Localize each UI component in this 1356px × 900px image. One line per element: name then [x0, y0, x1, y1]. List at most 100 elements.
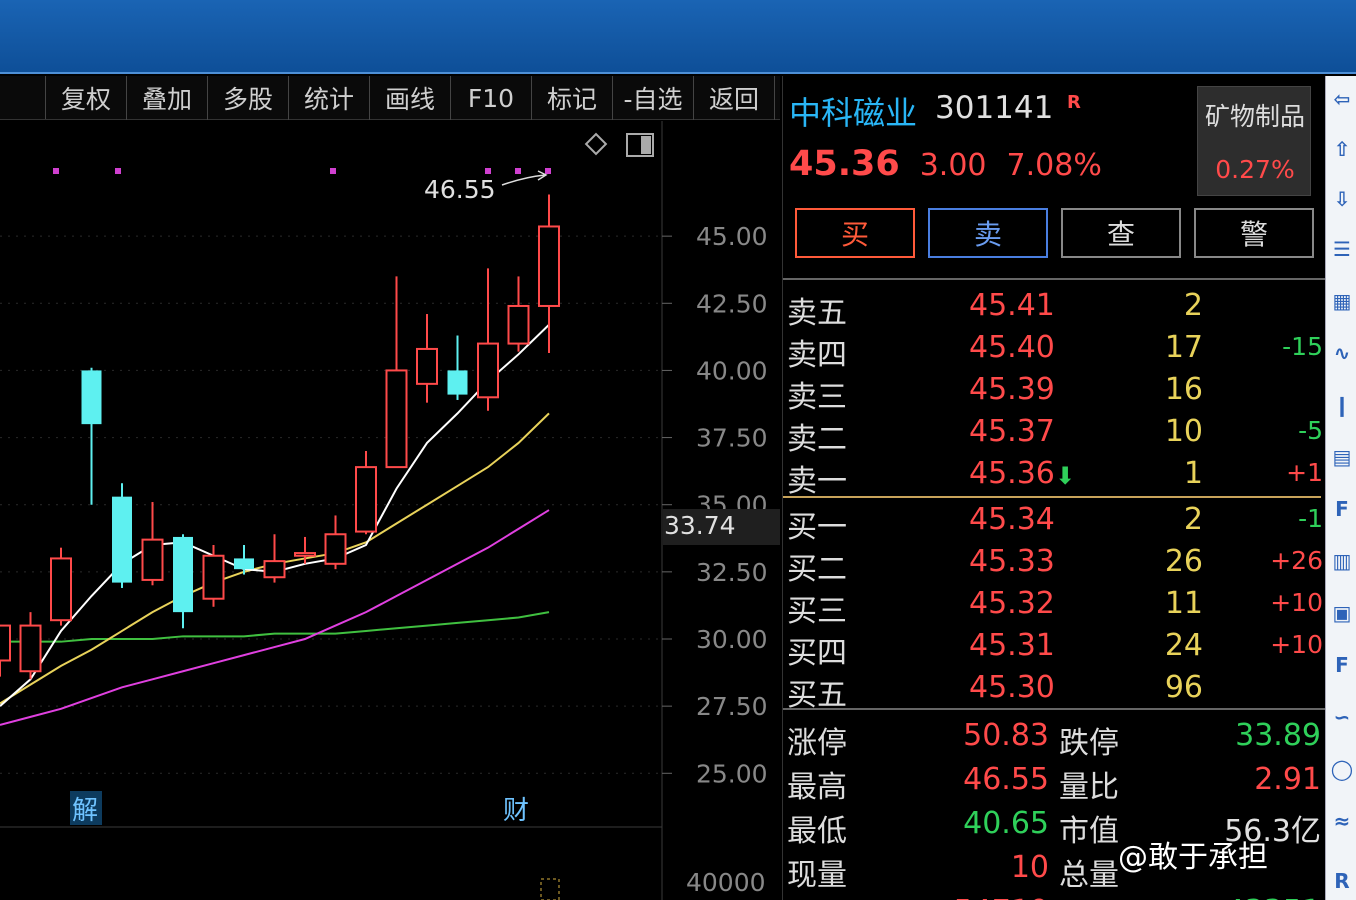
ask-price: 45.39 — [969, 372, 1055, 407]
table-icon[interactable]: ▦ — [1329, 286, 1355, 316]
signal-dot — [330, 168, 336, 174]
sector-change-pct: 0.27% — [1215, 155, 1295, 184]
bid-price: 45.33 — [969, 544, 1055, 579]
stats-divider — [783, 708, 1325, 716]
toolbar-statistics-button[interactable]: 统计 — [289, 76, 370, 120]
bid-row[interactable]: 买四 45.31 24 +10 — [783, 626, 1325, 671]
candle-body — [81, 370, 102, 425]
ask-volume: 2 — [1183, 288, 1203, 323]
signal-dot — [53, 168, 59, 174]
grid-icon[interactable]: ▤ — [1329, 442, 1355, 472]
fund-icon[interactable]: F — [1329, 650, 1355, 680]
buy-button[interactable]: 买 — [795, 208, 915, 258]
toolbar-draw-line-button[interactable]: 画线 — [370, 76, 451, 120]
stat-label: 涨停 — [787, 726, 847, 761]
price-axis-tick: 30.00 — [696, 625, 768, 654]
watermark: @敢于承担 — [1118, 840, 1268, 875]
candle-body — [50, 557, 72, 622]
candle-body — [507, 304, 530, 345]
right-sidebar: ⇦ ⇧ ⇩ ☰ ▦ ∿ ❙ ▤ F ▥ ▣ F ∽ ◯ ≈ R — [1325, 76, 1356, 900]
diamond-icon[interactable] — [584, 132, 608, 156]
line-chart-icon[interactable]: ∿ — [1329, 338, 1355, 368]
candlestick-icon[interactable]: ❙ — [1329, 390, 1355, 420]
curve-icon[interactable]: ∽ — [1329, 702, 1355, 732]
toolbar-restore-rights-button[interactable]: 复权 — [46, 76, 127, 120]
signal-dot — [485, 168, 491, 174]
ask-row[interactable]: 卖二 45.37 10 -5 — [783, 412, 1325, 457]
bid-volume: 24 — [1164, 628, 1203, 663]
price-change-pct: 7.08% — [1006, 148, 1102, 183]
bid-change: -1 — [1298, 504, 1323, 533]
bid-volume: 26 — [1164, 544, 1203, 579]
ask-row[interactable]: 卖四 45.40 17 -15 — [783, 328, 1325, 373]
kline-chart-svg[interactable]: 45.0042.5040.0037.5035.0032.5030.0027.50… — [0, 121, 780, 900]
alert-button[interactable]: 警 — [1194, 208, 1314, 258]
toolbar-overlay-button[interactable]: 叠加 — [127, 76, 208, 120]
document-icon[interactable]: ▥ — [1329, 546, 1355, 576]
ask-row[interactable]: 卖一 45.36 ⬇ 1 +1 — [783, 454, 1325, 499]
ask-label: 卖五 — [787, 296, 847, 331]
bid-label: 买三 — [787, 594, 847, 629]
ask-label: 卖二 — [787, 422, 847, 457]
f10-icon[interactable]: F — [1329, 494, 1355, 524]
bid-row[interactable]: 买一 45.34 2 -1 — [783, 500, 1325, 545]
ask-row[interactable]: 卖五 45.41 2 — [783, 286, 1325, 331]
ask-label: 卖一 — [787, 464, 847, 499]
bid-volume: 2 — [1183, 502, 1203, 537]
signal-dot — [545, 168, 551, 174]
down-arrow-icon[interactable]: ⇩ — [1329, 184, 1355, 214]
event-marker-unlock[interactable]: 解 — [72, 796, 98, 826]
stat-value: 50.83 — [963, 718, 1049, 753]
candle-body — [202, 554, 225, 600]
query-button[interactable]: 查 — [1061, 208, 1181, 258]
event-marker-finance[interactable]: 财 — [503, 796, 529, 826]
toolbar-mark-button[interactable]: 标记 — [532, 76, 613, 120]
chart-toolbar: 复权 叠加 多股 统计 画线 F10 标记 -自选 返回 — [0, 76, 780, 120]
ma60-line — [0, 611, 550, 643]
circle-icon[interactable]: ◯ — [1329, 754, 1355, 784]
stock-name[interactable]: 中科磁业 — [789, 88, 917, 134]
volume-axis-tick: 40000 — [686, 868, 766, 897]
bid-price: 45.34 — [969, 502, 1055, 537]
ask-price: 45.40 — [969, 330, 1055, 365]
high-price-label: 46.55 — [424, 175, 496, 204]
candle-body — [538, 225, 560, 307]
stat-label: 内盘 — [1059, 894, 1119, 900]
list-icon[interactable]: ☰ — [1329, 234, 1355, 264]
rs-icon[interactable]: R — [1329, 866, 1355, 896]
bid-price: 45.30 — [969, 670, 1055, 705]
candle-body — [234, 558, 254, 570]
candle-body — [447, 370, 468, 395]
toolbar-multi-stock-button[interactable]: 多股 — [208, 76, 289, 120]
stats-row: 最高 46.55 量比 2.91 — [783, 760, 1325, 805]
bid-row[interactable]: 买二 45.33 26 +26 — [783, 542, 1325, 587]
ask-row[interactable]: 卖三 45.39 16 — [783, 370, 1325, 415]
kline-chart[interactable]: 45.00 42.50 40.00 37.50 35.00 32.50 30.00 27.50… — [0, 121, 780, 900]
bid-row[interactable]: 买三 45.32 11 +10 — [783, 584, 1325, 629]
wave-icon[interactable]: ≈ — [1329, 806, 1355, 836]
bid-change: +10 — [1270, 588, 1323, 617]
ask-volume: 1 — [1183, 456, 1203, 491]
sell-button[interactable]: 卖 — [928, 208, 1048, 258]
ask-price: 45.37 — [969, 414, 1055, 449]
toolbar-back-button[interactable]: 返回 — [694, 76, 775, 120]
candle-body — [416, 347, 438, 385]
stat-label: 量比 — [1059, 770, 1119, 805]
ask-change: -15 — [1282, 332, 1323, 361]
stat-label: 最低 — [787, 814, 847, 849]
toolbar-f10-button[interactable]: F10 — [451, 76, 532, 120]
back-arrow-icon[interactable]: ⇦ — [1329, 84, 1355, 114]
sector-box[interactable]: 矿物制品 0.27% — [1197, 86, 1311, 196]
stat-value: 43351 — [1226, 894, 1321, 900]
ask-label: 卖三 — [787, 380, 847, 415]
price-axis-tick: 25.00 — [696, 759, 768, 788]
bid-change: +10 — [1270, 630, 1323, 659]
candle-body — [112, 496, 132, 583]
stock-flag-r: R — [1067, 92, 1081, 113]
candle-body — [385, 369, 408, 469]
candle-body — [141, 538, 164, 581]
toolbar-watchlist-button[interactable]: -自选 — [613, 76, 694, 120]
up-arrow-icon[interactable]: ⇧ — [1329, 134, 1355, 164]
order-book-top-divider — [783, 278, 1325, 286]
notebook-icon[interactable]: ▣ — [1329, 598, 1355, 628]
